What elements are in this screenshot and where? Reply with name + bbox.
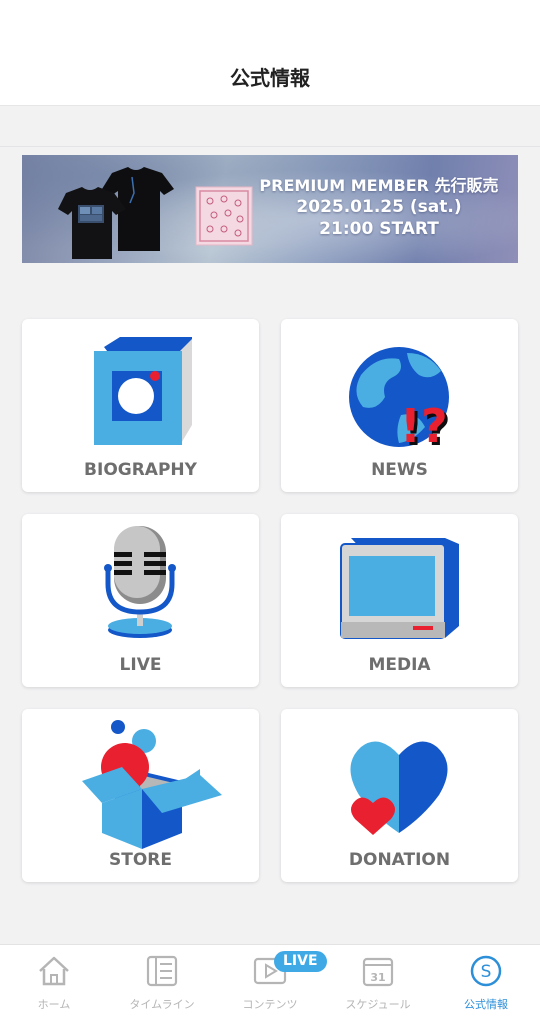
banner-text: PREMIUM MEMBER 先行販売 2025.01.25 (sat.) 21…: [244, 175, 514, 240]
svg-text:!?: !?: [400, 399, 448, 453]
book-icon: [94, 337, 192, 445]
home-icon: [39, 956, 69, 986]
live-card[interactable]: LIVE: [22, 514, 259, 687]
banner-headline: PREMIUM MEMBER 先行販売: [259, 176, 499, 195]
tab-schedule-label: スケジュール: [345, 998, 411, 1011]
heart-icon: [350, 741, 448, 835]
tab-contents-label: コンテンツ: [242, 998, 298, 1011]
tab-home-label: ホーム: [37, 998, 71, 1011]
calendar-icon: 31: [362, 957, 394, 987]
monitor-icon: [340, 538, 459, 639]
tab-timeline[interactable]: タイムライン: [108, 945, 216, 1034]
donation-card[interactable]: DONATION: [281, 709, 518, 882]
official-s-icon: S: [470, 955, 502, 987]
globe-question-icon: !? !?: [349, 347, 451, 456]
tab-schedule[interactable]: 31 スケジュール: [324, 945, 432, 1034]
tab-contents[interactable]: LIVE コンテンツ: [216, 945, 327, 1034]
store-label: STORE: [109, 850, 172, 870]
tab-official-label: 公式情報: [464, 998, 508, 1011]
news-card[interactable]: !? !? NEWS: [281, 319, 518, 492]
promo-banner[interactable]: PREMIUM MEMBER 先行販売 2025.01.25 (sat.) 21…: [22, 155, 518, 263]
header: 公式情報: [0, 0, 540, 106]
live-badge: LIVE: [274, 951, 327, 972]
tab-home[interactable]: ホーム: [0, 945, 108, 1034]
donation-label: DONATION: [348, 850, 451, 870]
bottom-tab-bar: ホーム タイムライン LIVE コンテンツ 31 スケジュール S 公式情報: [0, 944, 540, 1034]
microphone-icon: [104, 526, 176, 638]
live-label: LIVE: [119, 655, 162, 675]
media-card[interactable]: MEDIA: [281, 514, 518, 687]
merch-image: [58, 167, 253, 259]
banner-date: 2025.01.25 (sat.): [296, 197, 462, 217]
media-label: MEDIA: [368, 655, 431, 675]
divider: [0, 146, 540, 147]
banner-time: 21:00 START: [319, 219, 439, 239]
box-icon: [82, 720, 222, 849]
biography-label: BIOGRAPHY: [84, 460, 197, 480]
news-label: NEWS: [371, 460, 428, 480]
store-card[interactable]: STORE: [22, 709, 259, 882]
page-title: 公式情報: [230, 66, 310, 90]
tab-official[interactable]: S 公式情報: [432, 945, 540, 1034]
calendar-day: 31: [370, 971, 385, 984]
tab-timeline-label: タイムライン: [129, 998, 195, 1011]
official-icon-letter: S: [481, 962, 492, 982]
timeline-icon: [146, 955, 178, 987]
biography-card[interactable]: BIOGRAPHY: [22, 319, 259, 492]
